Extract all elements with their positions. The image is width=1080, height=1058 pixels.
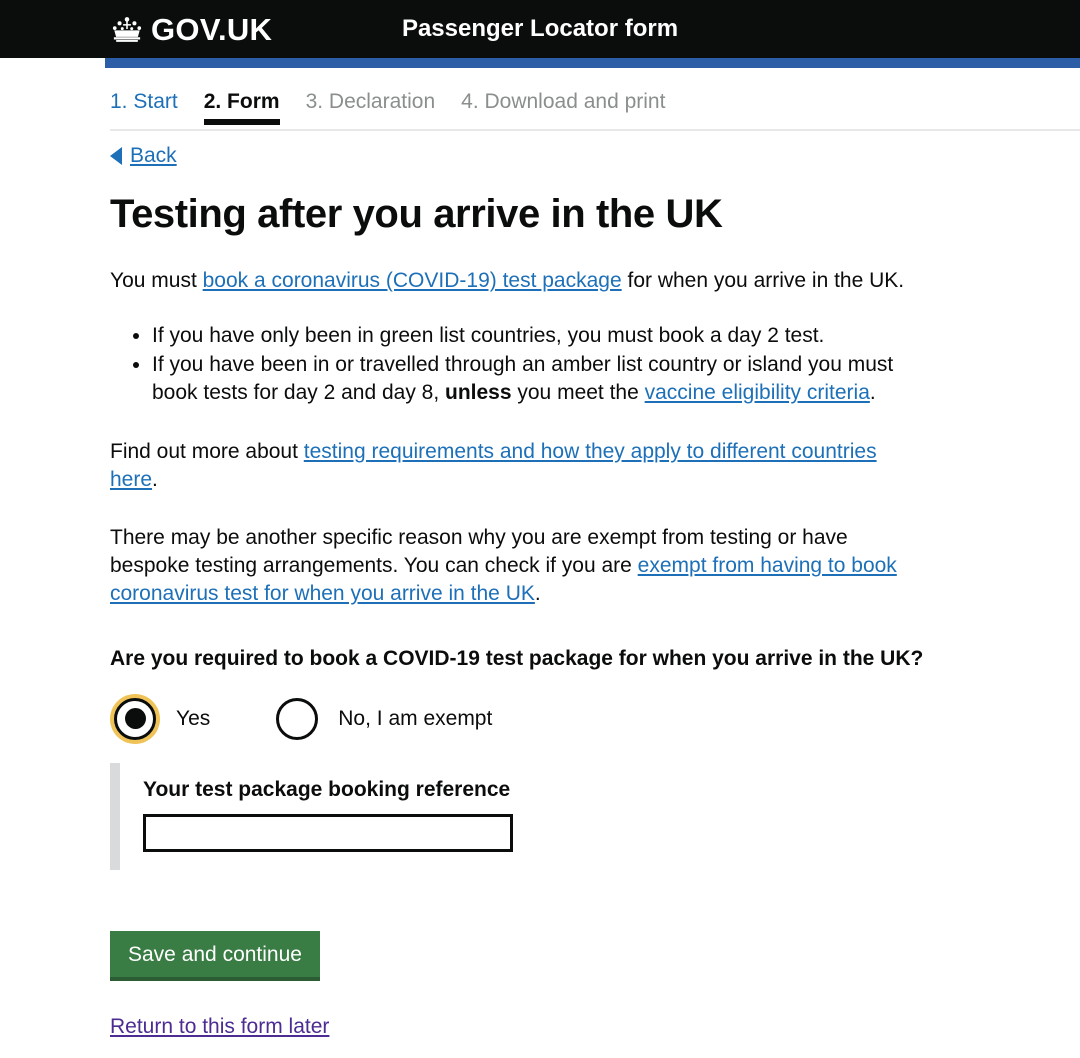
find-out-more-paragraph: Find out more about testing requirements… bbox=[110, 438, 910, 493]
testing-rules-list: If you have only been in green list coun… bbox=[110, 322, 930, 407]
conditional-reveal-panel: Your test package booking reference bbox=[110, 762, 1040, 870]
exempt-paragraph: There may be another specific reason why… bbox=[110, 524, 910, 607]
exempt-text-after: . bbox=[534, 581, 541, 605]
radio-circle-no[interactable] bbox=[276, 697, 319, 740]
booking-reference-input[interactable] bbox=[143, 813, 513, 852]
step-tab-form[interactable]: 2. Form bbox=[203, 90, 280, 125]
radio-label-yes: Yes bbox=[176, 706, 211, 730]
back-link-row[interactable]: Back bbox=[110, 144, 1040, 168]
step-tab-download-and-print[interactable]: 4. Download and print bbox=[461, 90, 665, 122]
back-link-label[interactable]: Back bbox=[130, 144, 177, 168]
list-item: If you have been in or travelled through… bbox=[152, 351, 930, 406]
save-and-continue-button[interactable]: Save and continue bbox=[110, 930, 320, 981]
nav-divider bbox=[110, 129, 1080, 131]
list-item: If you have only been in green list coun… bbox=[152, 322, 930, 350]
find-out-more-text-before: Find out more about bbox=[110, 439, 304, 463]
bullet-amber-list-text-3: . bbox=[869, 381, 876, 405]
radio-group: Yes No, I am exempt bbox=[110, 693, 1040, 744]
site-header: GOV.UK Passenger Locator form bbox=[0, 0, 1080, 58]
find-out-more-text-after: . bbox=[152, 467, 158, 491]
booking-reference-label: Your test package booking reference bbox=[143, 777, 511, 801]
step-tab-start[interactable]: 1. Start bbox=[110, 90, 178, 122]
radio-label-no-exempt: No, I am exempt bbox=[338, 706, 493, 730]
radio-option-no-exempt[interactable]: No, I am exempt bbox=[272, 694, 492, 744]
radio-option-yes[interactable]: Yes bbox=[110, 693, 211, 744]
intro-text-after: for when you arrive in the UK. bbox=[621, 269, 905, 292]
return-to-form-later-link[interactable]: Return to this form later bbox=[110, 1015, 329, 1039]
radio-focus-ring-empty bbox=[272, 694, 322, 744]
radio-focus-ring bbox=[110, 693, 160, 744]
page-title: Testing after you arrive in the UK bbox=[110, 192, 723, 236]
service-banner-strip bbox=[105, 58, 1080, 68]
bullet-amber-list-text-2: you meet the bbox=[511, 381, 645, 405]
govuk-logo-text: GOV.UK bbox=[151, 11, 273, 47]
crown-icon bbox=[112, 17, 142, 42]
main-content: Back Testing after you arrive in the UK … bbox=[0, 144, 1080, 1039]
intro-paragraph: You must book a coronavirus (COVID-19) t… bbox=[110, 267, 910, 295]
back-arrow-icon bbox=[110, 147, 122, 165]
question-label: Are you required to book a COVID-19 test… bbox=[110, 647, 924, 671]
book-test-package-link[interactable]: book a coronavirus (COVID-19) test packa… bbox=[203, 269, 622, 292]
govuk-logo[interactable]: GOV.UK bbox=[110, 14, 272, 45]
step-navigation: 1. Start 2. Form 3. Declaration 4. Downl… bbox=[0, 68, 1080, 129]
bullet-unless-emphasis: unless bbox=[445, 381, 512, 405]
bullet-green-list-text: If you have only been in green list coun… bbox=[152, 323, 825, 347]
radio-circle-yes[interactable] bbox=[114, 697, 156, 740]
radio-selected-dot bbox=[124, 708, 146, 730]
intro-text-before: You must bbox=[110, 269, 203, 292]
step-tab-declaration[interactable]: 3. Declaration bbox=[306, 90, 436, 122]
vaccine-eligibility-criteria-link[interactable]: vaccine eligibility criteria bbox=[645, 381, 870, 404]
